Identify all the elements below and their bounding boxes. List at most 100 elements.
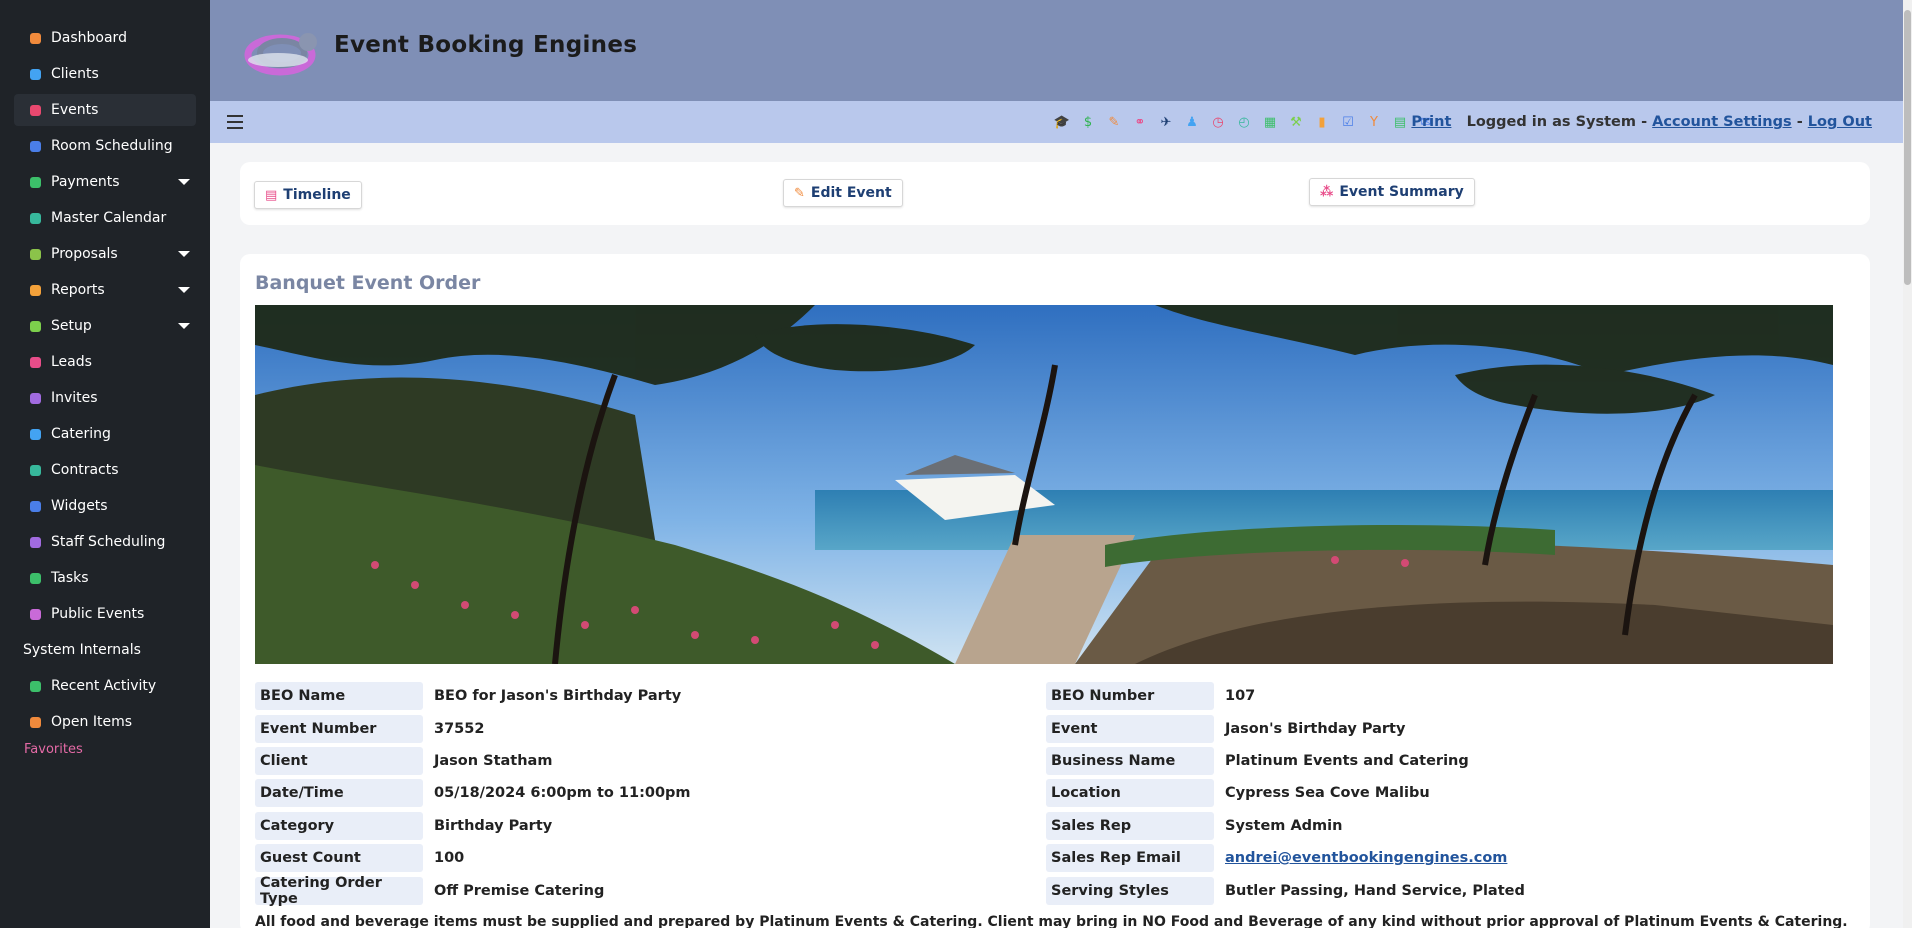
wrench-icon [28,319,42,333]
sidebar-item-proposals[interactable]: Proposals [14,238,196,270]
detail-row: BEO Number 107 [1046,680,1525,712]
edit-event-button[interactable]: ✎ Edit Event [783,179,903,207]
hamburger-menu-icon[interactable] [227,115,243,129]
sidebar-item-dashboard[interactable]: Dashboard [14,22,196,54]
email-link[interactable]: andrei@eventbookingengines.com [1225,850,1507,866]
detail-value: Birthday Party [434,817,553,834]
sidebar-item-public-events[interactable]: Public Events [14,598,196,630]
contract-icon [28,463,42,477]
sidebar-item-clients[interactable]: Clients [14,58,196,90]
detail-value: 107 [1225,688,1256,705]
event-summary-button[interactable]: ⁂ Event Summary [1309,178,1475,206]
proposal-icon [28,247,42,261]
sidebar-item-recent-activity[interactable]: Recent Activity [14,670,196,702]
page-title: Banquet Event Order [255,272,481,294]
venue-photo [255,305,1833,664]
event-summary-label: Event Summary [1339,184,1464,200]
sidebar-item-label: Contracts [51,462,119,478]
edit-icon [28,715,42,729]
quick-icons: 🎓 $ ✎ ⚭ ✈ ♟ ◷ ◴ ▦ ⚒ ▮ ☑ Y ▤ ✉ [1053,113,1435,131]
detail-value: andrei@eventbookingengines.com [1220,850,1507,866]
checkbox-icon[interactable]: ☑ [1339,113,1357,131]
detail-label: Sales Rep [1046,811,1214,840]
tools-icon[interactable]: ⚒ [1287,113,1305,131]
log-out-link[interactable]: Log Out [1808,114,1872,130]
calculator-icon[interactable]: ▦ [1261,113,1279,131]
print-link[interactable]: Print [1411,114,1451,130]
sidebar-item-reports[interactable]: Reports [14,274,196,306]
sidebar-item-invites[interactable]: Invites [14,382,196,414]
detail-row: Category Birthday Party [255,810,691,842]
sidebar-item-catering[interactable]: Catering [14,418,196,450]
sidebar-item-contracts[interactable]: Contracts [14,454,196,486]
sidebar-item-staff-scheduling[interactable]: Staff Scheduling [14,526,196,558]
invite-icon [28,391,42,405]
sidebar-item-tasks[interactable]: Tasks [14,562,196,594]
widget-icon [28,499,42,513]
account-settings-link[interactable]: Account Settings [1652,114,1791,130]
detail-row: Sales Rep Email andrei@eventbookingengine… [1046,842,1525,874]
detail-value: Off Premise Catering [434,882,605,899]
sidebar-item-payments[interactable]: Payments [14,166,196,198]
detail-row: Catering Order Type Off Premise Catering [255,874,691,907]
sidebar-item-label: Tasks [51,570,89,586]
group-icon [28,139,42,153]
beo-details-right: BEO Number 107 Event Jason's Birthday Party… [1046,680,1525,907]
detail-label: Location [1046,779,1214,808]
sidebar-item-label: Invites [51,390,98,406]
sidebar-item-leads[interactable]: Leads [14,346,196,378]
detail-label: Client [255,746,423,775]
detail-label: Business Name [1046,746,1214,775]
sidebar-item-events[interactable]: Events [14,94,196,126]
detail-label: BEO Name [255,682,423,711]
detail-row: Guest Count 100 [255,842,691,874]
sidebar-item-open-items[interactable]: Open Items [14,706,196,738]
person-icon[interactable]: ♟ [1183,113,1201,131]
logged-in-text: Logged in as System [1466,114,1637,130]
detail-label: Serving Styles [1046,876,1214,905]
sidebar-item-label: Recent Activity [51,678,157,694]
scrollbar-thumb[interactable] [1904,10,1911,285]
sidebar-item-label: Catering [51,426,111,442]
sidebar-item-label: Events [51,102,99,118]
detail-label: Event [1046,714,1214,743]
sidebar-item-label: Master Calendar [51,210,167,226]
cocktail-icon[interactable]: Y [1365,113,1383,131]
header: Event Booking Engines [210,0,1903,101]
sidebar-item-setup[interactable]: Setup [14,310,196,342]
detail-value: Cypress Sea Cove Malibu [1225,785,1430,802]
caret-down-icon [178,251,190,257]
money-icon [28,175,42,189]
sidebar-item-label: Staff Scheduling [51,534,166,550]
link-icon[interactable]: ⚭ [1131,113,1149,131]
detail-value: Jason Statham [434,752,553,769]
timeline-button[interactable]: ▤ Timeline [254,181,362,209]
dashboard-icon [28,31,42,45]
detail-row: Serving Styles Butler Passing, Hand Servi… [1046,874,1525,906]
sidebar-item-widgets[interactable]: Widgets [14,490,196,522]
user-links: Print Logged in as System - Account Sett… [1411,114,1872,130]
page-scrollbar[interactable] [1903,0,1912,928]
plane-icon[interactable]: ✈ [1157,113,1175,131]
sidebar-item-label: Open Items [51,714,133,730]
brand-name: Event Booking Engines [334,32,638,58]
detail-row: Location Cypress Sea Cove Malibu [1046,777,1525,809]
detail-value: 05/18/2024 6:00pm to 11:00pm [434,785,691,802]
signal-icon[interactable]: ▮ [1313,113,1331,131]
sidebar-item-system-internals[interactable]: System Internals [14,634,196,666]
separator: - [1796,114,1803,130]
book-icon[interactable]: ▤ [1391,113,1409,131]
dollar-icon[interactable]: $ [1079,113,1097,131]
sidebar-item-room-scheduling[interactable]: Room Scheduling [14,130,196,162]
graduation-cap-icon[interactable]: 🎓 [1053,113,1071,131]
detail-value: Jason's Birthday Party [1225,720,1406,737]
detail-value: Butler Passing, Hand Service, Plated [1225,882,1525,899]
favorites-link[interactable]: Favorites [0,742,210,757]
edit-icon[interactable]: ✎ [1105,113,1123,131]
sidebar-item-master-calendar[interactable]: Master Calendar [14,202,196,234]
tag-icon [28,607,42,621]
clock-outline-icon[interactable]: ◴ [1235,113,1253,131]
disclaimer-text: All food and beverage items must be supp… [255,914,1848,928]
detail-value: Platinum Events and Catering [1225,752,1469,769]
clock-icon[interactable]: ◷ [1209,113,1227,131]
